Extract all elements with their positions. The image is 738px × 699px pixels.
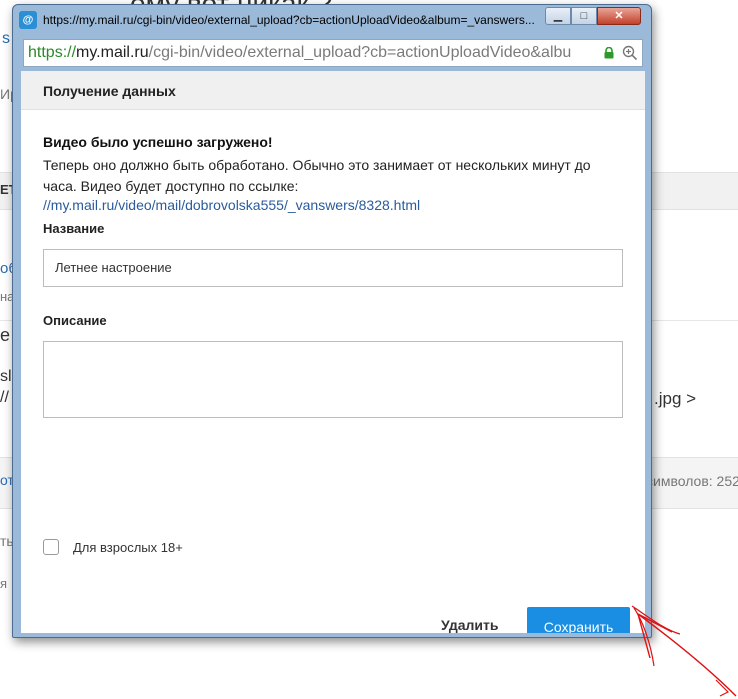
address-scheme: https://	[28, 44, 77, 61]
save-button[interactable]: Сохранить	[527, 607, 630, 633]
annotation-arrow	[631, 605, 737, 697]
zoom-icon[interactable]	[622, 45, 638, 61]
dialog-title: Получение данных	[43, 83, 176, 99]
window-titlebar[interactable]: @ https://my.mail.ru/cgi-bin/video/exter…	[13, 5, 651, 35]
background-fragment: //	[0, 389, 9, 406]
address-url[interactable]: https://my.mail.ru/cgi-bin/video/externa…	[28, 44, 594, 62]
description-textarea[interactable]	[43, 341, 623, 418]
name-input[interactable]: Летнее настроение	[43, 249, 623, 287]
background-fragment: я	[0, 576, 8, 591]
video-link[interactable]: //my.mail.ru/video/mail/dobrovolska555/_…	[43, 197, 420, 213]
minimize-button[interactable]: ▁	[545, 7, 571, 25]
background-fragment: sl	[0, 368, 12, 385]
delete-button[interactable]: Удалить	[441, 617, 498, 633]
description-label: Описание	[43, 313, 107, 328]
mail-ru-icon: @	[19, 11, 37, 29]
name-label: Название	[43, 221, 105, 236]
lock-icon	[604, 47, 614, 59]
background-file-suffix: .jpg >	[654, 389, 697, 408]
background-fragment: е	[0, 325, 11, 345]
adult-checkbox[interactable]	[43, 539, 59, 555]
close-button[interactable]: ✕	[597, 7, 641, 25]
background-char-count: символов: 252	[646, 473, 738, 489]
processing-description: Теперь оно должно быть обработано. Обычн…	[43, 157, 591, 194]
background-fragment: s	[2, 30, 10, 47]
popup-window: @ https://my.mail.ru/cgi-bin/video/exter…	[12, 4, 652, 638]
dialog-header: Получение данных	[21, 71, 645, 110]
address-path: /cgi-bin/video/external_upload?cb=action…	[148, 44, 572, 61]
adult-checkbox-label[interactable]: Для взрослых 18+	[73, 540, 183, 555]
success-message: Видео было успешно загружено!	[43, 134, 273, 150]
address-bar[interactable]: https://my.mail.ru/cgi-bin/video/externa…	[23, 39, 643, 67]
upload-dialog: Получение данных Видео было успешно загр…	[21, 71, 645, 633]
maximize-button[interactable]: □	[571, 7, 597, 25]
address-host: my.mail.ru	[76, 44, 149, 61]
window-title: https://my.mail.ru/cgi-bin/video/externa…	[43, 13, 535, 27]
